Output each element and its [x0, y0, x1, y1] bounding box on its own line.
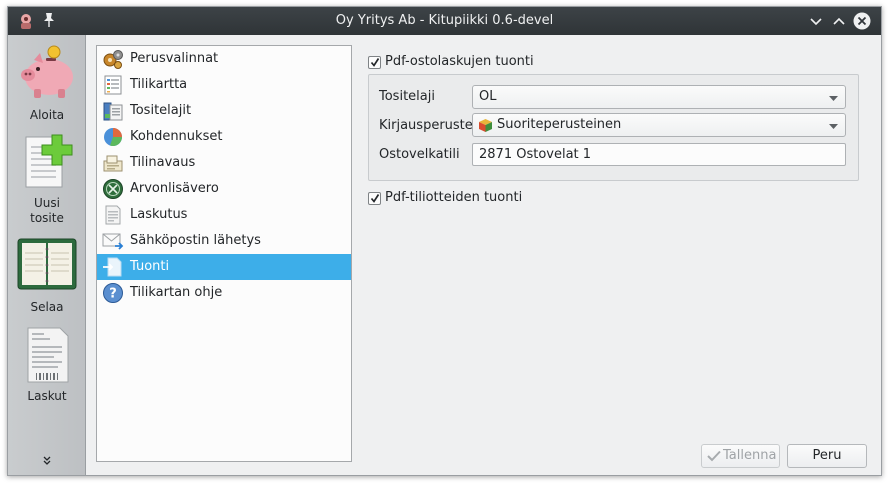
- category-label: Tilinavaus: [130, 155, 196, 170]
- close-button[interactable]: [852, 11, 872, 31]
- account-opening-icon: [103, 155, 123, 172]
- chevron-down-icon: [829, 124, 838, 129]
- category-label: Sähköpostin lähetys: [130, 233, 261, 248]
- sidebar-label-invoices: Laskut: [27, 389, 67, 403]
- ledger-book-icon: [17, 238, 77, 290]
- voucher-type-select[interactable]: OL: [472, 85, 846, 109]
- purchase-invoice-import-checkbox[interactable]: [368, 56, 381, 69]
- email-icon: [102, 233, 124, 250]
- box-icon: [479, 119, 492, 132]
- category-label: Tilikartta: [130, 77, 188, 92]
- sidebar-item-start[interactable]: Aloita: [8, 43, 86, 123]
- main-window: Oy Yritys Ab - Kitupiikki 0.6-devel Aloi…: [7, 6, 882, 476]
- sidebar-label-new-voucher: Uusi tosite: [30, 196, 64, 225]
- payables-account-value: 2871 Ostovelat 1: [479, 147, 592, 162]
- double-chevron-down-icon[interactable]: [42, 456, 52, 466]
- category-item-invoicing[interactable]: Laskutus: [97, 202, 351, 228]
- import-icon: [103, 257, 122, 277]
- category-label: Perusvalinnat: [130, 51, 219, 66]
- category-item-voucher-types[interactable]: Tositelajit: [97, 98, 351, 124]
- purchase-invoice-import-label[interactable]: Pdf-ostolaskujen tuonti: [385, 54, 534, 69]
- import-settings-pane: Pdf-ostolaskujen tuonti Tositelaji OL Ki…: [360, 35, 881, 475]
- main-sidebar: Aloita Uusi tosite Selaa Laskut: [8, 35, 86, 475]
- category-label: Kohdennukset: [130, 129, 223, 144]
- booking-basis-label: Kirjausperuste: [379, 118, 473, 133]
- category-label: Tositelajit: [130, 103, 192, 118]
- check-icon: [707, 450, 721, 462]
- category-item-basic-settings[interactable]: Perusvalinnat: [97, 46, 351, 72]
- sidebar-label-browse: Selaa: [30, 300, 64, 314]
- new-voucher-icon: [25, 134, 73, 188]
- sidebar-item-browse[interactable]: Selaa: [8, 235, 86, 315]
- check-icon: [370, 194, 380, 203]
- save-button-label: Tallenna: [723, 448, 777, 463]
- bank-statement-import-label[interactable]: Pdf-tiliotteiden tuonti: [385, 190, 522, 205]
- sidebar-item-invoices[interactable]: Laskut: [8, 324, 86, 404]
- bank-statement-import-checkbox[interactable]: [368, 192, 381, 205]
- window-title: Oy Yritys Ab - Kitupiikki 0.6-devel: [335, 13, 554, 28]
- maximize-button[interactable]: [829, 11, 849, 31]
- cancel-button[interactable]: Peru: [787, 444, 867, 468]
- category-item-email[interactable]: Sähköpostin lähetys: [97, 228, 351, 254]
- payables-account-field[interactable]: 2871 Ostovelat 1: [472, 143, 846, 166]
- piggy-bank-icon: [21, 45, 73, 98]
- sidebar-item-new-voucher[interactable]: Uusi tosite: [8, 131, 86, 226]
- title-bar[interactable]: Oy Yritys Ab - Kitupiikki 0.6-devel: [8, 7, 881, 35]
- booking-basis-value: Suoriteperusteinen: [497, 117, 622, 132]
- minimize-button[interactable]: [806, 11, 826, 31]
- category-label: Arvonlisävero: [130, 181, 219, 196]
- invoicing-icon: [105, 205, 121, 225]
- save-button[interactable]: Tallenna: [701, 444, 780, 468]
- invoice-icon: [27, 327, 69, 383]
- payables-account-label: Ostovelkatili: [379, 147, 460, 162]
- category-label: Tilikartan ohje: [130, 285, 223, 300]
- chevron-down-icon: [829, 96, 838, 101]
- category-item-account-opening[interactable]: Tilinavaus: [97, 150, 351, 176]
- category-item-import[interactable]: Tuonti: [97, 254, 351, 280]
- chart-of-accounts-icon: [104, 75, 122, 95]
- pie-chart-icon: [104, 128, 123, 147]
- category-item-chart-of-accounts[interactable]: Tilikartta: [97, 72, 351, 98]
- vat-icon: [103, 179, 123, 199]
- svg-text:?: ?: [109, 287, 117, 302]
- help-icon: ?: [103, 283, 123, 303]
- check-icon: [370, 58, 380, 67]
- category-item-help[interactable]: ? Tilikartan ohje: [97, 280, 351, 306]
- voucher-type-label: Tositelaji: [379, 89, 435, 104]
- purchase-invoice-settings-group: Tositelaji OL Kirjausperuste Suoriteperu…: [368, 74, 859, 181]
- category-item-vat[interactable]: Arvonlisävero: [97, 176, 351, 202]
- voucher-types-icon: [103, 102, 123, 121]
- category-label: Tuonti: [130, 259, 170, 274]
- category-item-allocations[interactable]: Kohdennukset: [97, 124, 351, 150]
- settings-category-list[interactable]: Perusvalinnat Tilikartta Tositelajit Koh…: [96, 45, 352, 462]
- booking-basis-select[interactable]: Suoriteperusteinen: [472, 113, 846, 137]
- basic-settings-icon: [103, 50, 123, 69]
- category-label: Laskutus: [130, 207, 188, 222]
- voucher-type-value: OL: [479, 89, 497, 104]
- sidebar-label-start: Aloita: [29, 108, 65, 122]
